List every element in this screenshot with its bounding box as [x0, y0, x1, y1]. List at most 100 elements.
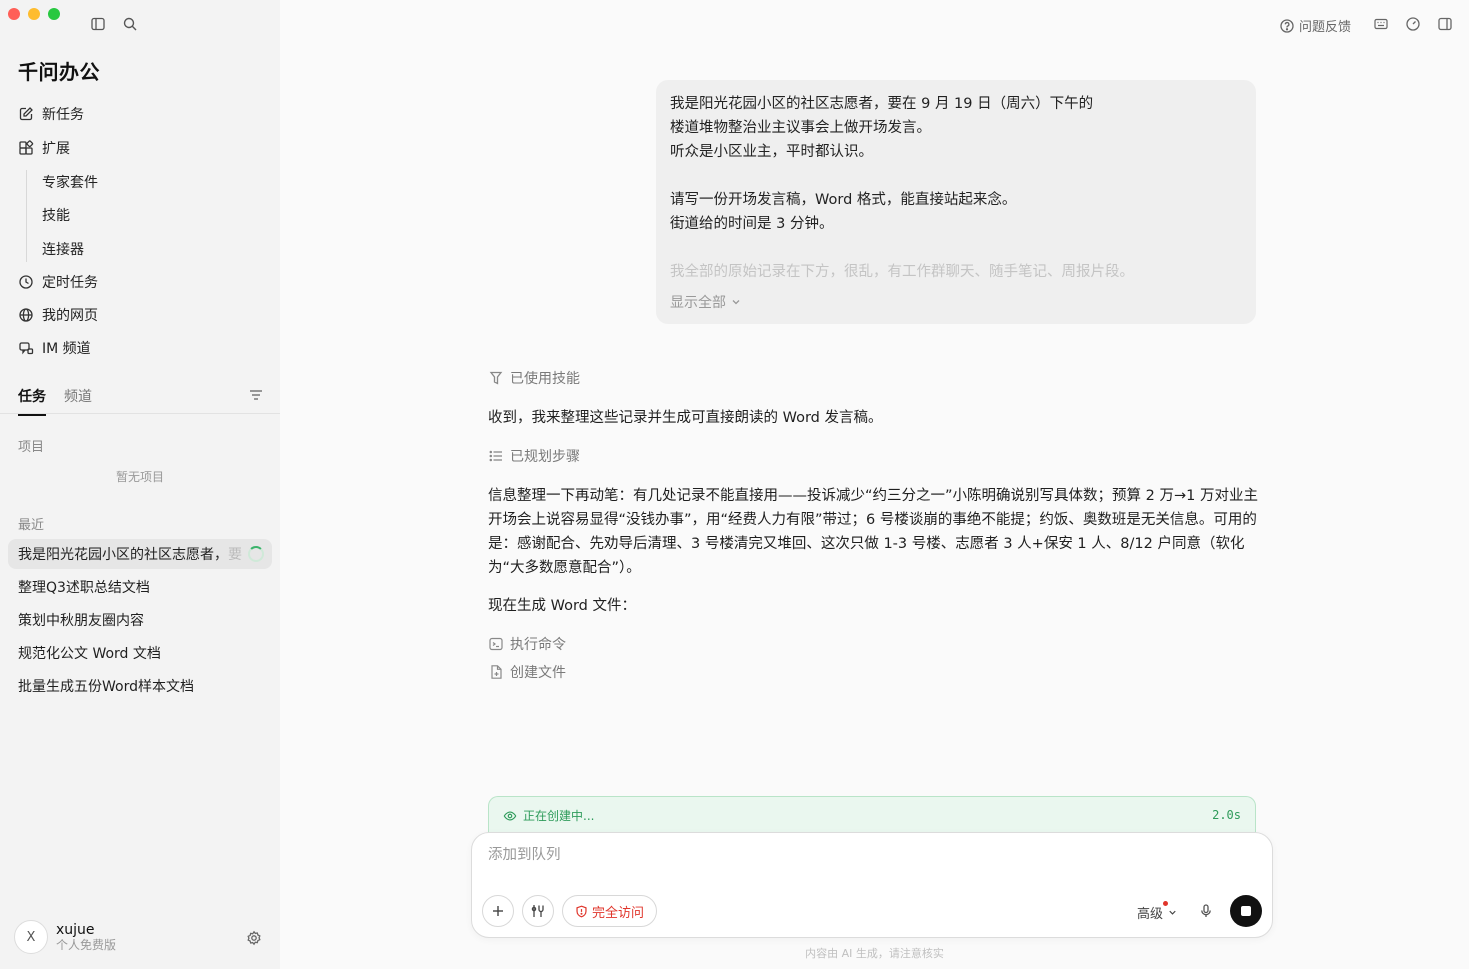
- feedback-label: 问题反馈: [1299, 20, 1352, 35]
- planned-steps-toggle[interactable]: 已规划步骤: [488, 446, 580, 466]
- message-composer: 完全访问 高级: [471, 832, 1273, 938]
- recent-task-title: 批量生成五份Word样本文档: [18, 679, 194, 695]
- full-access-label: 完全访问: [592, 905, 645, 921]
- add-attachment-button[interactable]: [482, 895, 514, 927]
- list-icon: [489, 450, 502, 462]
- used-skill-label: 已使用技能: [510, 371, 580, 387]
- chevron-down-icon: [1169, 910, 1176, 915]
- help-circle-icon: [1280, 18, 1294, 33]
- minimize-window-button[interactable]: [28, 8, 40, 20]
- planned-steps-label: 已规划步骤: [510, 449, 580, 465]
- sidebar-tabs: 任务 频道: [0, 380, 280, 416]
- assistant-reply-text: 信息整理一下再动笔：有几处记录不能直接用——投诉减少“约三分之一”小陈明确说别写…: [488, 488, 1258, 576]
- terminal-icon: [489, 637, 503, 651]
- recent-heading: 最近: [18, 518, 45, 533]
- nav-my-pages[interactable]: 我的网页: [18, 305, 98, 325]
- gear-icon[interactable]: [246, 930, 262, 946]
- edit-icon: [19, 107, 33, 121]
- nav-new-task[interactable]: 新任务: [18, 104, 84, 124]
- right-panel-icon: [1438, 17, 1452, 31]
- sidebar: 千问办公 新任务 扩展 专家套件 技能 连接器 定时任务 我的网页 IM 频道 …: [0, 0, 280, 969]
- submenu-guide-line: [26, 170, 27, 262]
- filter-icon[interactable]: [248, 387, 264, 403]
- search-icon[interactable]: [122, 16, 138, 32]
- close-window-button[interactable]: [8, 8, 20, 20]
- status-indicator: 正在创建中...: [503, 807, 594, 824]
- tools-button[interactable]: [522, 895, 554, 927]
- recent-task-item[interactable]: 我是阳光花园小区的社区志愿者，要: [8, 539, 272, 569]
- status-text: 正在创建中...: [523, 809, 595, 823]
- assistant-reply-text: 收到，我来整理这些记录并生成可直接朗读的 Word 发言稿。: [488, 410, 883, 426]
- step-create-file-label: 创建文件: [510, 665, 566, 681]
- sidebar-toggle-icon[interactable]: [90, 16, 106, 32]
- queue-input[interactable]: [488, 847, 1188, 863]
- nav-connectors[interactable]: 连接器: [42, 239, 84, 259]
- keyboard-icon: [1374, 18, 1388, 30]
- recent-task-item[interactable]: 规范化公文 Word 文档: [8, 638, 272, 668]
- recent-task-item[interactable]: 策划中秋朋友圈内容: [8, 605, 272, 635]
- chevron-down-icon: [732, 300, 740, 305]
- nav-im-channel[interactable]: IM 频道: [18, 338, 91, 358]
- message-line: 楼道堆物整治业主议事会上做开场发言。: [670, 120, 931, 136]
- keyboard-button[interactable]: [1373, 16, 1389, 32]
- step-run-command-label: 执行命令: [510, 637, 566, 653]
- ai-disclaimer: 内容由 AI 生成，请注意核实: [805, 947, 944, 960]
- user-message-bubble: 我是阳光花园小区的社区志愿者，要在 9 月 19 日（周六）下午的 楼道堆物整治…: [656, 80, 1256, 324]
- app-brand: 千问办公: [18, 60, 100, 84]
- nav-scheduled-tasks[interactable]: 定时任务: [18, 272, 98, 292]
- tools-icon: [531, 905, 544, 917]
- speed-button[interactable]: [1405, 16, 1421, 32]
- assistant-reply-text: 现在生成 Word 文件：: [488, 598, 636, 614]
- projects-heading: 项目: [18, 440, 45, 455]
- skill-icon: [489, 371, 503, 385]
- clock-icon: [19, 275, 33, 289]
- microphone-icon[interactable]: [1198, 903, 1214, 919]
- model-level-dropdown[interactable]: 高级: [1137, 901, 1178, 922]
- nav-im-channel-label: IM 频道: [42, 341, 91, 357]
- message-line: 我是阳光花园小区的社区志愿者，要在 9 月 19 日（周六）下午的: [670, 96, 1094, 112]
- recent-task-title: 策划中秋朋友圈内容: [18, 613, 144, 629]
- elapsed-time: 2.0s: [1212, 808, 1241, 822]
- extensions-icon: [19, 140, 34, 155]
- loading-spinner-icon: [248, 546, 264, 562]
- message-line: 听众是小区业主，平时都认识。: [670, 144, 873, 160]
- window-controls: [8, 8, 60, 20]
- recent-task-title: 我是阳光花园小区的社区志愿者，: [18, 547, 228, 563]
- maximize-window-button[interactable]: [48, 8, 60, 20]
- recent-task-title: 整理Q3述职总结文档: [18, 580, 150, 596]
- recent-task-title: 规范化公文 Word 文档: [18, 646, 161, 662]
- file-add-icon: [491, 665, 502, 679]
- recent-task-item[interactable]: 批量生成五份Word样本文档: [8, 671, 272, 701]
- nav-extensions-label: 扩展: [42, 141, 70, 157]
- nav-my-pages-label: 我的网页: [42, 308, 98, 324]
- nav-scheduled-label: 定时任务: [42, 275, 98, 291]
- gauge-icon: [1406, 17, 1420, 31]
- step-create-file[interactable]: 创建文件: [488, 662, 566, 682]
- plus-icon: [493, 906, 503, 916]
- user-name: xujue: [56, 922, 95, 938]
- used-skill-toggle[interactable]: 已使用技能: [488, 368, 580, 388]
- tab-channels[interactable]: 频道: [64, 386, 92, 406]
- stop-button[interactable]: [1230, 895, 1262, 927]
- eye-icon: [503, 810, 517, 821]
- message-line-faded: 我全部的原始记录在下方，很乱，有工作群聊天、随手笔记、周报片段。: [670, 264, 1134, 280]
- globe-icon: [19, 308, 33, 322]
- shield-icon: [576, 905, 587, 917]
- full-access-button[interactable]: 完全访问: [562, 895, 658, 927]
- message-line: 街道给的时间是 3 分钟。: [670, 216, 834, 232]
- nav-expert-suite[interactable]: 专家套件: [42, 172, 98, 192]
- notification-dot: [1163, 901, 1168, 906]
- recent-task-item[interactable]: 整理Q3述职总结文档: [8, 572, 272, 602]
- im-channel-icon: [19, 342, 34, 355]
- panel-toggle-button[interactable]: [1437, 16, 1453, 32]
- model-level-label: 高级: [1137, 907, 1164, 922]
- feedback-button[interactable]: 问题反馈: [1279, 16, 1351, 35]
- nav-new-task-label: 新任务: [42, 107, 84, 123]
- nav-skills[interactable]: 技能: [42, 205, 70, 225]
- step-run-command[interactable]: 执行命令: [488, 634, 566, 654]
- nav-extensions[interactable]: 扩展: [18, 138, 70, 158]
- message-line: 请写一份开场发言稿，Word 格式，能直接站起来念。: [670, 192, 1017, 208]
- tab-tasks[interactable]: 任务: [18, 386, 46, 416]
- show-all-button[interactable]: 显示全部: [670, 292, 742, 312]
- stop-icon: [1241, 906, 1251, 916]
